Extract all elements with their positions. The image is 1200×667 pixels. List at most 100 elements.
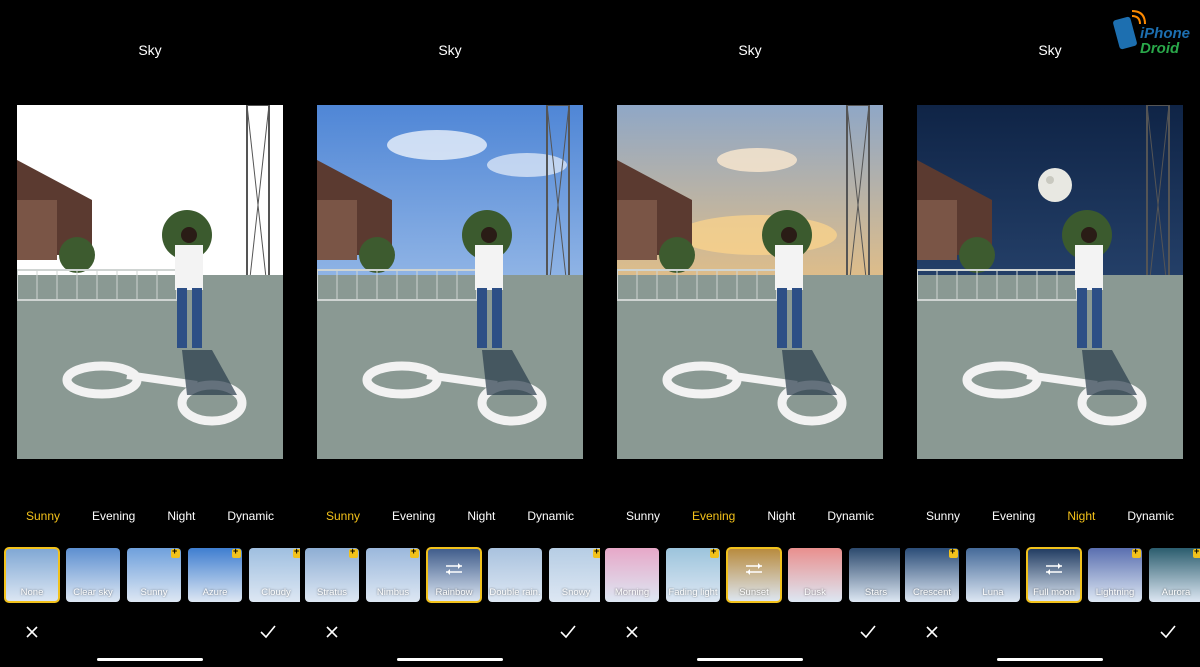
thumbnail-label: Full moon — [1033, 587, 1075, 598]
download-badge-icon — [593, 548, 600, 558]
close-icon[interactable] — [322, 622, 342, 642]
thumbnail-label: Fading light — [668, 587, 718, 598]
sky-thumbnail-none[interactable]: None — [4, 547, 60, 603]
thumbnail-label: Snowy — [561, 587, 591, 598]
sky-thumbnail-azure[interactable]: Azure — [188, 548, 242, 602]
sky-thumbnail-snowy[interactable]: Snowy — [549, 548, 600, 602]
download-badge-icon — [171, 548, 180, 558]
download-badge-icon — [410, 548, 419, 558]
close-icon[interactable] — [22, 622, 42, 642]
tab-night[interactable]: Night — [165, 509, 197, 523]
logo-line1: iPhone — [1140, 25, 1191, 42]
photo-preview — [617, 105, 883, 459]
tab-dynamic[interactable]: Dynamic — [1125, 509, 1176, 523]
thumbnail-label: Aurora — [1161, 587, 1191, 598]
thumbnail-label: Rainbow — [435, 587, 473, 598]
sky-thumbnail-dusk[interactable]: Dusk — [788, 548, 842, 602]
tab-night[interactable]: Night — [465, 509, 497, 523]
thumbnail-label: Lightning — [1095, 587, 1135, 598]
sky-thumbnail-lightning[interactable]: Lightning — [1088, 548, 1142, 602]
sky-thumbnail-stratus[interactable]: Stratus — [305, 548, 359, 602]
sky-editor-panel: Sky — [300, 0, 600, 667]
thumbnail-label: Clear sky — [73, 587, 113, 598]
tab-dynamic[interactable]: Dynamic — [825, 509, 876, 523]
sky-category-tabs: Sunny Evening Night Dynamic — [0, 509, 300, 523]
thumbnail-label: Luna — [982, 587, 1004, 598]
thumbnail-label: Cloudy — [261, 587, 291, 598]
sky-thumbnail-strip: Morning Fading light Sunset Dusk Stars — [605, 547, 900, 604]
tab-sunny[interactable]: Sunny — [24, 509, 62, 523]
tab-dynamic[interactable]: Dynamic — [525, 509, 576, 523]
thumbnail-label: Sunny — [140, 587, 168, 598]
home-indicator[interactable] — [397, 658, 503, 661]
sky-category-tabs: Sunny Evening Night Dynamic — [300, 509, 600, 523]
sky-thumbnail-strip: Stratus Nimbus Rainbow Double rain. Snowy — [305, 547, 600, 604]
thumbnail-label: Dusk — [804, 587, 826, 598]
thumbnail-label: None — [20, 587, 44, 598]
thumbnail-label: Morning — [614, 587, 650, 598]
close-icon[interactable] — [622, 622, 642, 642]
iphonedroid-logo: iPhone Droid — [1110, 10, 1194, 60]
sky-thumbnail-cloudy[interactable]: Cloudy — [249, 548, 300, 602]
thumbnail-label: Sunset — [739, 587, 769, 598]
sky-thumbnail-fading-light[interactable]: Fading light — [666, 548, 720, 602]
home-indicator[interactable] — [697, 658, 803, 661]
sky-thumbnail-clear-sky[interactable]: Clear sky — [66, 548, 120, 602]
sky-thumbnail-sunset[interactable]: Sunset — [726, 547, 782, 603]
download-badge-icon — [349, 548, 358, 558]
thumbnail-label: Stratus — [316, 587, 348, 598]
download-badge-icon — [293, 548, 300, 558]
check-icon[interactable] — [558, 622, 578, 642]
sky-category-tabs: Sunny Evening Night Dynamic — [900, 509, 1200, 523]
thumbnail-label: Crescent — [912, 587, 951, 598]
sliders-icon — [1046, 562, 1062, 575]
sky-thumbnail-rainbow[interactable]: Rainbow — [426, 547, 482, 603]
tab-dynamic[interactable]: Dynamic — [225, 509, 276, 523]
sky-thumbnail-strip: None Clear sky Sunny Azure Cloudy — [4, 547, 300, 604]
photo-preview — [317, 105, 583, 459]
thumbnail-label: Stars — [864, 587, 888, 598]
download-badge-icon — [949, 548, 958, 558]
close-icon[interactable] — [922, 622, 942, 642]
screen-title: Sky — [738, 42, 762, 58]
logo-line2: Droid — [1140, 40, 1180, 57]
download-badge-icon — [710, 548, 719, 558]
sky-thumbnail-aurora[interactable]: Aurora — [1149, 548, 1200, 602]
thumbnail-label: Double rain. — [489, 587, 541, 598]
screen-title: Sky — [138, 42, 162, 58]
sky-thumbnail-nimbus[interactable]: Nimbus — [366, 548, 420, 602]
tab-evening[interactable]: Evening — [990, 509, 1037, 523]
tab-sunny[interactable]: Sunny — [324, 509, 362, 523]
home-indicator[interactable] — [997, 658, 1103, 661]
sky-thumbnail-full-moon[interactable]: Full moon — [1026, 547, 1082, 603]
tab-evening[interactable]: Evening — [90, 509, 137, 523]
sky-thumbnail-morning[interactable]: Morning — [605, 548, 659, 602]
sliders-icon — [746, 562, 762, 575]
thumbnail-label: Azure — [202, 587, 228, 598]
sky-thumbnail-luna[interactable]: Luna — [966, 548, 1020, 602]
tab-sunny[interactable]: Sunny — [624, 509, 662, 523]
tab-evening[interactable]: Evening — [390, 509, 437, 523]
sky-thumbnail-crescent[interactable]: Crescent — [905, 548, 959, 602]
sky-thumbnail-double-rain-[interactable]: Double rain. — [488, 548, 542, 602]
sky-editor-panel: Sky — [900, 0, 1200, 667]
sky-category-tabs: Sunny Evening Night Dynamic — [600, 509, 900, 523]
check-icon[interactable] — [258, 622, 278, 642]
check-icon[interactable] — [858, 622, 878, 642]
tab-night[interactable]: Night — [1065, 509, 1097, 523]
sky-editor-panel: Sky — [600, 0, 900, 667]
download-badge-icon — [232, 548, 241, 558]
sliders-icon — [446, 562, 462, 575]
check-icon[interactable] — [1158, 622, 1178, 642]
home-indicator[interactable] — [97, 658, 203, 661]
photo-preview — [17, 105, 283, 459]
sky-thumbnail-strip: Crescent Luna Full moon Lightning Aurora — [905, 547, 1200, 604]
tab-evening[interactable]: Evening — [690, 509, 737, 523]
tab-sunny[interactable]: Sunny — [924, 509, 962, 523]
sky-editor-panel: Sky — [0, 0, 300, 667]
tab-night[interactable]: Night — [765, 509, 797, 523]
sky-thumbnail-sunny[interactable]: Sunny — [127, 548, 181, 602]
thumbnail-label: Nimbus — [376, 587, 410, 598]
download-badge-icon — [1193, 548, 1200, 558]
sky-thumbnail-stars[interactable]: Stars — [849, 548, 900, 602]
